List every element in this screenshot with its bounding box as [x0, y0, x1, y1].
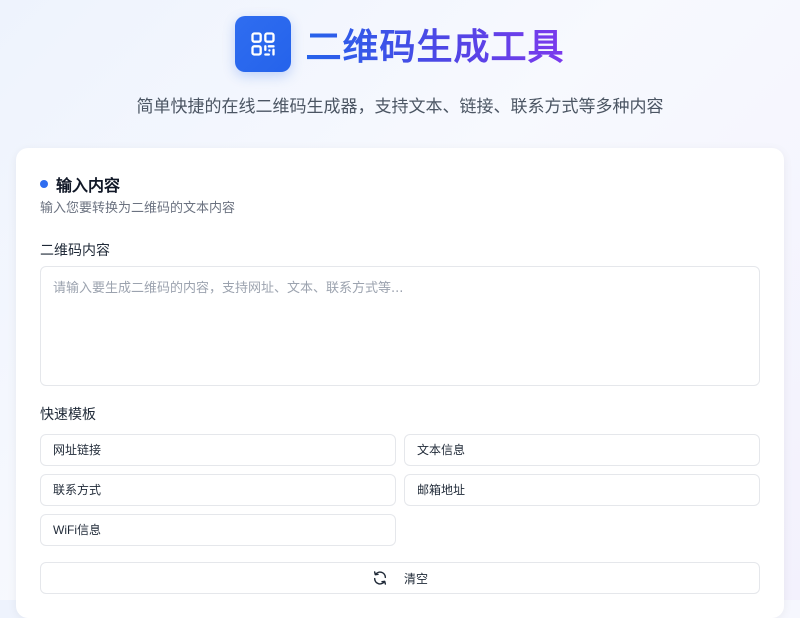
title-row: 二维码生成工具	[0, 16, 800, 72]
section-description: 输入您要转换为二维码的文本内容	[40, 201, 236, 216]
content-textarea[interactable]	[40, 266, 760, 386]
refresh-icon	[373, 571, 387, 585]
bullet-dot	[40, 180, 48, 188]
template-contact-button[interactable]: 联系方式	[40, 474, 396, 506]
clear-button-label: 清空	[403, 571, 428, 586]
section-header: 输入内容	[40, 172, 120, 196]
app-title: 二维码生成工具	[305, 18, 564, 70]
content-label: 二维码内容	[40, 243, 110, 259]
qr-code-icon	[251, 32, 276, 56]
template-url-button[interactable]: 网址链接	[40, 434, 396, 466]
template-text-button[interactable]: 文本信息	[404, 434, 760, 466]
template-email-button[interactable]: 邮箱地址	[404, 474, 760, 506]
templates-label: 快速模板	[40, 407, 96, 423]
clear-button[interactable]: 清空	[40, 562, 760, 594]
input-card: 输入内容 输入您要转换为二维码的文本内容 二维码内容 快速模板 网址链接 文本信…	[16, 148, 784, 618]
app-subtitle: 简单快捷的在线二维码生成器，支持文本、链接、联系方式等多种内容	[136, 97, 664, 117]
page-header: 二维码生成工具 简单快捷的在线二维码生成器，支持文本、链接、联系方式等多种内容	[0, 0, 800, 140]
logo	[235, 16, 292, 72]
template-wifi-button[interactable]: WiFi信息	[40, 514, 396, 546]
section-title: 输入内容	[56, 176, 121, 195]
